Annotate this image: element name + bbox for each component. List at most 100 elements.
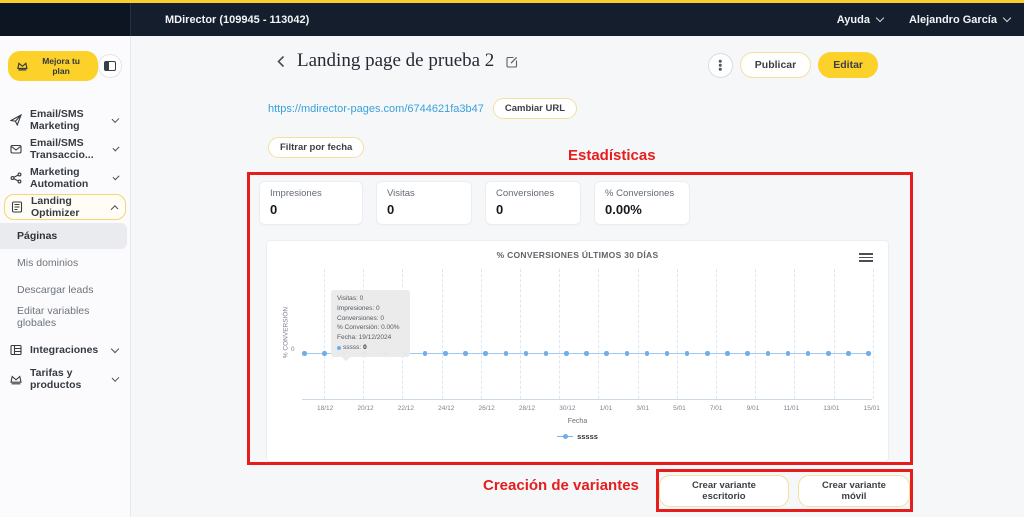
chart-y-tick: 0 bbox=[291, 346, 295, 353]
sidebar-item-label: Email/SMS Marketing bbox=[30, 108, 106, 132]
x-tick-label: 3/01 bbox=[636, 405, 649, 412]
data-point[interactable] bbox=[705, 351, 710, 356]
data-point[interactable] bbox=[806, 351, 811, 356]
data-point[interactable] bbox=[322, 351, 327, 356]
gridline bbox=[755, 269, 756, 399]
edit-title-button[interactable] bbox=[504, 54, 520, 70]
data-point[interactable] bbox=[645, 351, 650, 356]
hamburger-icon bbox=[859, 253, 873, 255]
automation-icon bbox=[10, 172, 23, 185]
topbar: MDirector (109945 - 113042) Ayuda Alejan… bbox=[0, 0, 1024, 36]
filter-by-date-button[interactable]: Filtrar por fecha bbox=[268, 137, 364, 158]
chevron-down-icon bbox=[876, 14, 884, 22]
data-point[interactable] bbox=[786, 351, 791, 356]
data-point[interactable] bbox=[846, 351, 851, 356]
stats-cards: Impresiones 0 Visitas 0 Conversiones 0 %… bbox=[259, 181, 690, 225]
data-point[interactable] bbox=[564, 351, 569, 356]
sidebar-subitem-editar-variables[interactable]: Editar variables globales bbox=[0, 304, 130, 330]
gridline bbox=[520, 269, 521, 399]
topbar-sidebar-strip bbox=[0, 3, 131, 36]
gridline bbox=[834, 269, 835, 399]
chevron-down-icon bbox=[112, 374, 120, 382]
account-title: MDirector (109945 - 113042) bbox=[165, 14, 309, 26]
user-menu[interactable]: Alejandro García bbox=[909, 14, 1010, 26]
sidebar-subitem-descargar-leads[interactable]: Descargar leads bbox=[0, 277, 130, 303]
data-point[interactable] bbox=[584, 351, 589, 356]
data-point[interactable] bbox=[302, 351, 307, 356]
tooltip-line: Visitas: 0 bbox=[337, 294, 404, 304]
sidebar-item-email-sms-marketing[interactable]: Email/SMS Marketing bbox=[0, 107, 130, 133]
chart-title: % CONVERSIONES ÚLTIMOS 30 DÍAS bbox=[267, 250, 888, 260]
panel-icon bbox=[104, 61, 116, 71]
sidebar-collapse-button[interactable] bbox=[98, 54, 122, 78]
data-point[interactable] bbox=[423, 351, 428, 356]
data-point[interactable] bbox=[483, 351, 488, 356]
create-desktop-variant-button[interactable]: Crear variante escritorio bbox=[659, 475, 789, 507]
stat-value: 0 bbox=[387, 202, 461, 217]
data-point[interactable] bbox=[625, 351, 630, 356]
data-point[interactable] bbox=[866, 351, 871, 356]
sidebar-item-integraciones[interactable]: Integraciones bbox=[0, 337, 130, 363]
chart-export-menu-button[interactable] bbox=[859, 251, 873, 263]
data-point[interactable] bbox=[443, 351, 448, 356]
data-point[interactable] bbox=[745, 351, 750, 356]
more-options-button[interactable] bbox=[708, 53, 733, 78]
legend-marker-icon bbox=[557, 436, 573, 437]
chevron-left-icon bbox=[277, 55, 285, 68]
sidebar-item-email-sms-transaccional[interactable]: Email/SMS Transaccio... bbox=[0, 136, 130, 162]
gridline bbox=[598, 269, 599, 399]
data-point[interactable] bbox=[604, 351, 609, 356]
sidebar-item-label: Tarifas y productos bbox=[30, 367, 106, 391]
chart-y-axis-label: % CONVERSIÓN bbox=[283, 288, 290, 378]
page-title: Landing page de prueba 2 bbox=[297, 50, 494, 72]
mail-icon bbox=[10, 143, 23, 156]
chart-x-axis-line bbox=[302, 399, 872, 400]
upgrade-plan-button[interactable]: Mejora tu plan bbox=[8, 51, 98, 81]
back-button[interactable] bbox=[275, 53, 287, 70]
data-point[interactable] bbox=[524, 351, 529, 356]
create-mobile-variant-button[interactable]: Crear variante móvil bbox=[798, 475, 910, 507]
chart-legend[interactable]: sssss bbox=[267, 432, 888, 441]
sidebar-item-label: Email/SMS Transaccio... bbox=[30, 137, 107, 161]
sidebar-subitem-label: Mis dominios bbox=[17, 257, 78, 269]
stat-value: 0.00% bbox=[605, 202, 679, 217]
data-point[interactable] bbox=[544, 351, 549, 356]
change-url-button[interactable]: Cambiar URL bbox=[493, 98, 577, 119]
publish-button[interactable]: Publicar bbox=[740, 52, 811, 78]
sidebar-item-tarifas-productos[interactable]: Tarifas y productos bbox=[0, 366, 130, 392]
tooltip-line: Impresiones: 0 bbox=[337, 304, 404, 314]
stat-card-pct-conversiones: % Conversiones 0.00% bbox=[594, 181, 690, 225]
data-point[interactable] bbox=[463, 351, 468, 356]
chevron-up-icon bbox=[111, 205, 119, 213]
chevron-down-icon bbox=[1003, 14, 1011, 22]
sidebar-subitem-paginas[interactable]: Páginas bbox=[0, 223, 127, 249]
data-point[interactable] bbox=[826, 351, 831, 356]
help-menu[interactable]: Ayuda bbox=[837, 14, 883, 26]
data-point[interactable] bbox=[685, 351, 690, 356]
sidebar-item-marketing-automation[interactable]: Marketing Automation bbox=[0, 165, 130, 191]
user-name: Alejandro García bbox=[909, 14, 997, 26]
chevron-down-icon bbox=[112, 144, 119, 151]
x-tick-label: 20/12 bbox=[357, 405, 373, 412]
sidebar-item-label: Landing Optimizer bbox=[31, 195, 105, 219]
sidebar-subitem-mis-dominios[interactable]: Mis dominios bbox=[0, 250, 130, 276]
stat-card-conversiones: Conversiones 0 bbox=[485, 181, 581, 225]
pages-icon bbox=[11, 201, 24, 214]
x-tick-label: 26/12 bbox=[479, 405, 495, 412]
gridline bbox=[559, 269, 560, 399]
chart-x-labels: 18/1220/1222/1224/1226/1228/1230/121/013… bbox=[317, 405, 880, 412]
landing-page-url-link[interactable]: https://mdirector-pages.com/6744621fa3b4… bbox=[268, 103, 484, 115]
data-point[interactable] bbox=[504, 351, 509, 356]
data-point[interactable] bbox=[725, 351, 730, 356]
tooltip-line: Conversiones: 0 bbox=[337, 314, 404, 324]
data-point[interactable] bbox=[766, 351, 771, 356]
sidebar-item-landing-optimizer[interactable]: Landing Optimizer bbox=[4, 194, 126, 220]
stat-card-visitas: Visitas 0 bbox=[376, 181, 472, 225]
x-tick-label: 7/01 bbox=[710, 405, 723, 412]
x-tick-label: 5/01 bbox=[673, 405, 686, 412]
sidebar-item-label: Integraciones bbox=[30, 344, 98, 356]
x-tick-label: 18/12 bbox=[317, 405, 333, 412]
variants-annotation: Creación de variantes bbox=[483, 477, 639, 494]
edit-button[interactable]: Editar bbox=[818, 52, 878, 78]
data-point[interactable] bbox=[665, 351, 670, 356]
